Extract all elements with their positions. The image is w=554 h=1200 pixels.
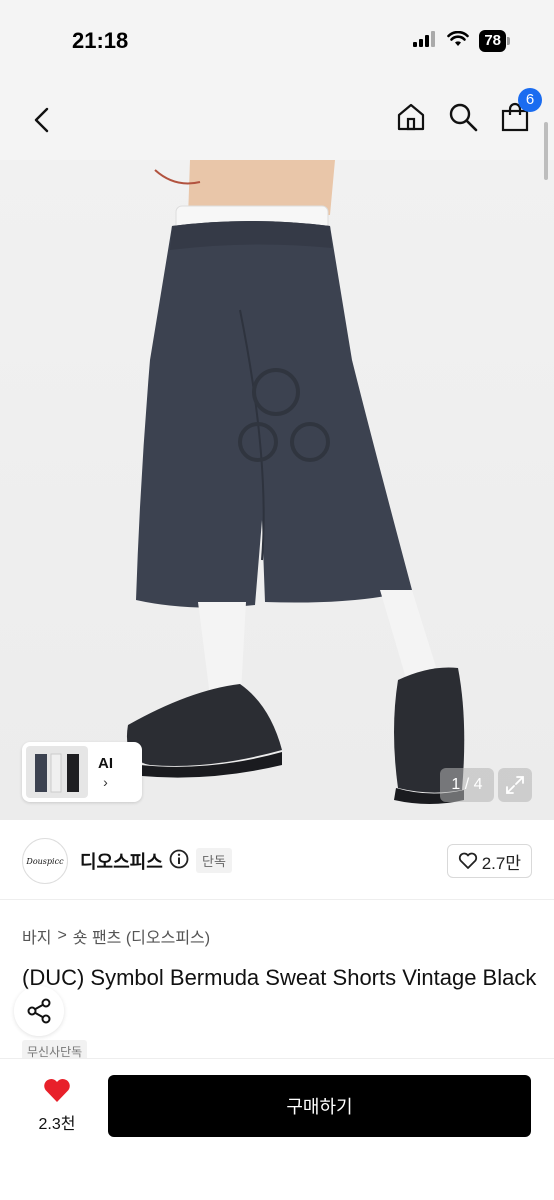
battery-level: 78 <box>479 30 506 52</box>
battery-indicator: 78 <box>479 30 510 52</box>
brand-exclusive-tag: 단독 <box>196 848 232 873</box>
status-icons: 78 <box>413 30 510 52</box>
buy-button[interactable]: 구매하기 <box>108 1075 531 1137</box>
info-icon[interactable] <box>168 848 190 870</box>
image-page-indicator: 1 / 4 <box>440 768 494 802</box>
breadcrumb-separator: > <box>57 927 67 944</box>
status-time: 21:18 <box>72 28 129 53</box>
back-icon <box>34 107 49 133</box>
heart-outline-icon <box>458 852 477 869</box>
product-title: (DUC) Symbol Bermuda Sweat Shorts Vintag… <box>22 965 537 990</box>
brand-like-count: 2.7만 <box>481 853 521 873</box>
battery-tip <box>507 37 510 45</box>
ai-label: AI › <box>98 755 113 790</box>
brand-row: Douspicc 디오스피스 단독 2.7만 <box>0 820 554 900</box>
brand-logo[interactable]: Douspicc <box>22 838 68 884</box>
wishlist-button[interactable]: 2.3천 <box>28 1077 86 1134</box>
share-icon <box>27 998 51 1024</box>
home-icon <box>397 103 425 131</box>
brand-like-button[interactable]: 2.7만 <box>446 844 532 878</box>
purchase-bar: 2.3천 구매하기 <box>0 1058 554 1200</box>
share-button[interactable] <box>14 986 64 1036</box>
expand-icon <box>506 776 524 794</box>
nav-bar: 6 <box>0 80 554 160</box>
product-image-gallery[interactable]: AI › 1 / 4 <box>0 160 554 820</box>
breadcrumb: 바지 > 숏 팬츠 (디오스피스) <box>22 924 210 948</box>
wifi-icon <box>447 30 470 52</box>
cart-button[interactable]: 6 <box>498 88 542 134</box>
ai-thumbnail-image <box>26 746 88 798</box>
brand-name[interactable]: 디오스피스 <box>80 848 163 874</box>
cart-count-badge: 6 <box>518 88 542 112</box>
status-bar: 21:18 78 <box>0 0 554 80</box>
signal-icon <box>413 30 437 52</box>
nav-actions: 6 <box>394 88 542 134</box>
ai-styling-thumbnail[interactable]: AI › <box>22 742 142 802</box>
search-icon <box>449 103 478 132</box>
ai-label-text: AI <box>98 754 113 772</box>
back-button[interactable] <box>24 102 60 138</box>
home-button[interactable] <box>394 100 428 134</box>
scroll-indicator <box>544 122 548 180</box>
chevron-right-icon: › <box>103 773 108 790</box>
wishlist-count: 2.3천 <box>38 1116 76 1133</box>
breadcrumb-category[interactable]: 바지 <box>22 924 51 948</box>
product-image <box>126 160 465 804</box>
breadcrumb-subcategory[interactable]: 숏 팬츠 (디오스피스) <box>73 924 210 948</box>
search-button[interactable] <box>446 100 480 134</box>
expand-image-button[interactable] <box>498 768 532 802</box>
heart-icon <box>44 1078 70 1102</box>
